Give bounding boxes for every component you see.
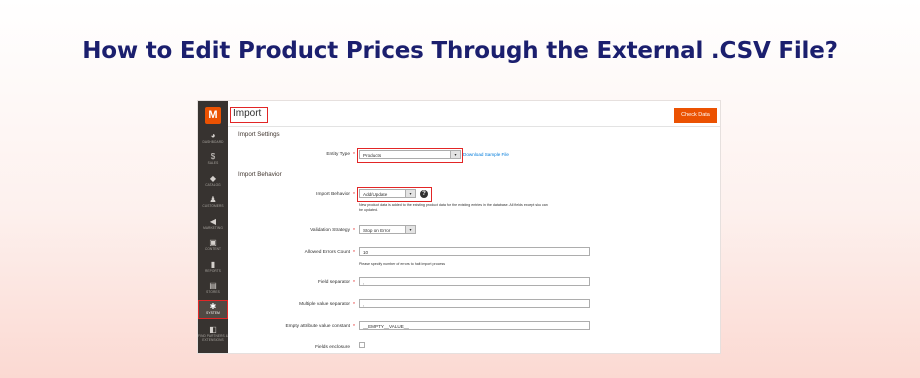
allowed-errors-label: Allowed Errors Count: [304, 250, 350, 255]
speedometer-icon: ◕: [210, 131, 216, 140]
cube-icon: ◆: [209, 174, 217, 183]
bar-chart-icon: ▮: [210, 260, 216, 269]
admin-sidebar: M ◕ DASHBOARD $ SALES ◆ CATALOG ♟ CUSTOM…: [198, 101, 228, 353]
megaphone-icon: ◀: [209, 217, 217, 226]
magento-logo[interactable]: M: [205, 107, 221, 124]
empty-attribute-input[interactable]: __EMPTY__VALUE__: [359, 321, 590, 330]
validation-strategy-label: Validation Strategy: [310, 228, 350, 233]
sidebar-item-customers[interactable]: ♟ CUSTOMERS: [198, 195, 228, 208]
import-behavior-heading: Import Behavior: [238, 171, 282, 178]
sidebar-item-marketing[interactable]: ◀ MARKETING: [198, 217, 228, 230]
field-separator-input[interactable]: ,: [359, 277, 590, 286]
person-icon: ♟: [209, 195, 217, 204]
sidebar-item-extensions[interactable]: ◧ FIND PARTNERS & EXTENSIONS: [198, 325, 228, 342]
extensions-icon: ◧: [209, 325, 217, 334]
multiple-value-separator-label: Multiple value separator: [299, 302, 350, 307]
import-behavior-label: Import Behavior: [316, 192, 350, 197]
required-marker: *: [353, 192, 355, 198]
sidebar-item-sales[interactable]: $ SALES: [198, 152, 228, 165]
field-separator-label: Field separator: [318, 280, 350, 285]
entity-type-select[interactable]: Products ▾: [359, 150, 461, 159]
required-marker: *: [353, 302, 355, 308]
sidebar-item-reports[interactable]: ▮ REPORTS: [198, 260, 228, 273]
import-behavior-select[interactable]: Add/Update ▾: [359, 189, 416, 198]
page-title: Import: [233, 108, 262, 119]
import-behavior-note: New product data is added to the existin…: [359, 203, 548, 212]
allowed-errors-input[interactable]: 10: [359, 247, 590, 256]
content-icon: ▣: [209, 238, 217, 247]
required-marker: *: [353, 152, 355, 158]
allowed-errors-note: Please specify number of errors to halt …: [359, 262, 446, 266]
sidebar-item-content[interactable]: ▣ CONTENT: [198, 238, 228, 251]
import-settings-heading: Import Settings: [238, 131, 280, 138]
download-sample-link[interactable]: Download Sample File: [463, 152, 509, 157]
sidebar-item-dashboard[interactable]: ◕ DASHBOARD: [198, 131, 228, 144]
sidebar-item-stores[interactable]: ▤ STORES: [198, 281, 228, 294]
fields-enclosure-checkbox[interactable]: [359, 342, 365, 348]
required-marker: *: [353, 228, 355, 234]
store-icon: ▤: [209, 281, 217, 290]
entity-type-label: Entity Type: [326, 152, 350, 157]
page-headline: How to Edit Product Prices Through the E…: [82, 38, 838, 64]
required-marker: *: [353, 280, 355, 286]
chevron-down-icon: ▾: [405, 190, 415, 197]
required-marker: *: [353, 250, 355, 256]
title-divider: [228, 126, 720, 127]
gear-icon: ✱: [209, 302, 217, 311]
empty-attribute-label: Empty attribute value constant: [285, 324, 350, 329]
multiple-value-separator-input[interactable]: ,: [359, 299, 590, 308]
sidebar-item-system[interactable]: ✱ SYSTEM: [198, 300, 228, 319]
sidebar-item-catalog[interactable]: ◆ CATALOG: [198, 174, 228, 187]
chevron-down-icon: ▾: [450, 151, 460, 158]
help-icon[interactable]: ?: [420, 190, 428, 198]
dollar-icon: $: [210, 152, 216, 161]
validation-strategy-select[interactable]: Stop on Error ▾: [359, 225, 416, 234]
fields-enclosure-label: Fields enclosure: [315, 345, 350, 350]
required-marker: *: [353, 324, 355, 330]
chevron-down-icon: ▾: [405, 226, 415, 233]
admin-screenshot: M ◕ DASHBOARD $ SALES ◆ CATALOG ♟ CUSTOM…: [198, 101, 720, 353]
check-data-button[interactable]: Check Data: [674, 108, 717, 123]
